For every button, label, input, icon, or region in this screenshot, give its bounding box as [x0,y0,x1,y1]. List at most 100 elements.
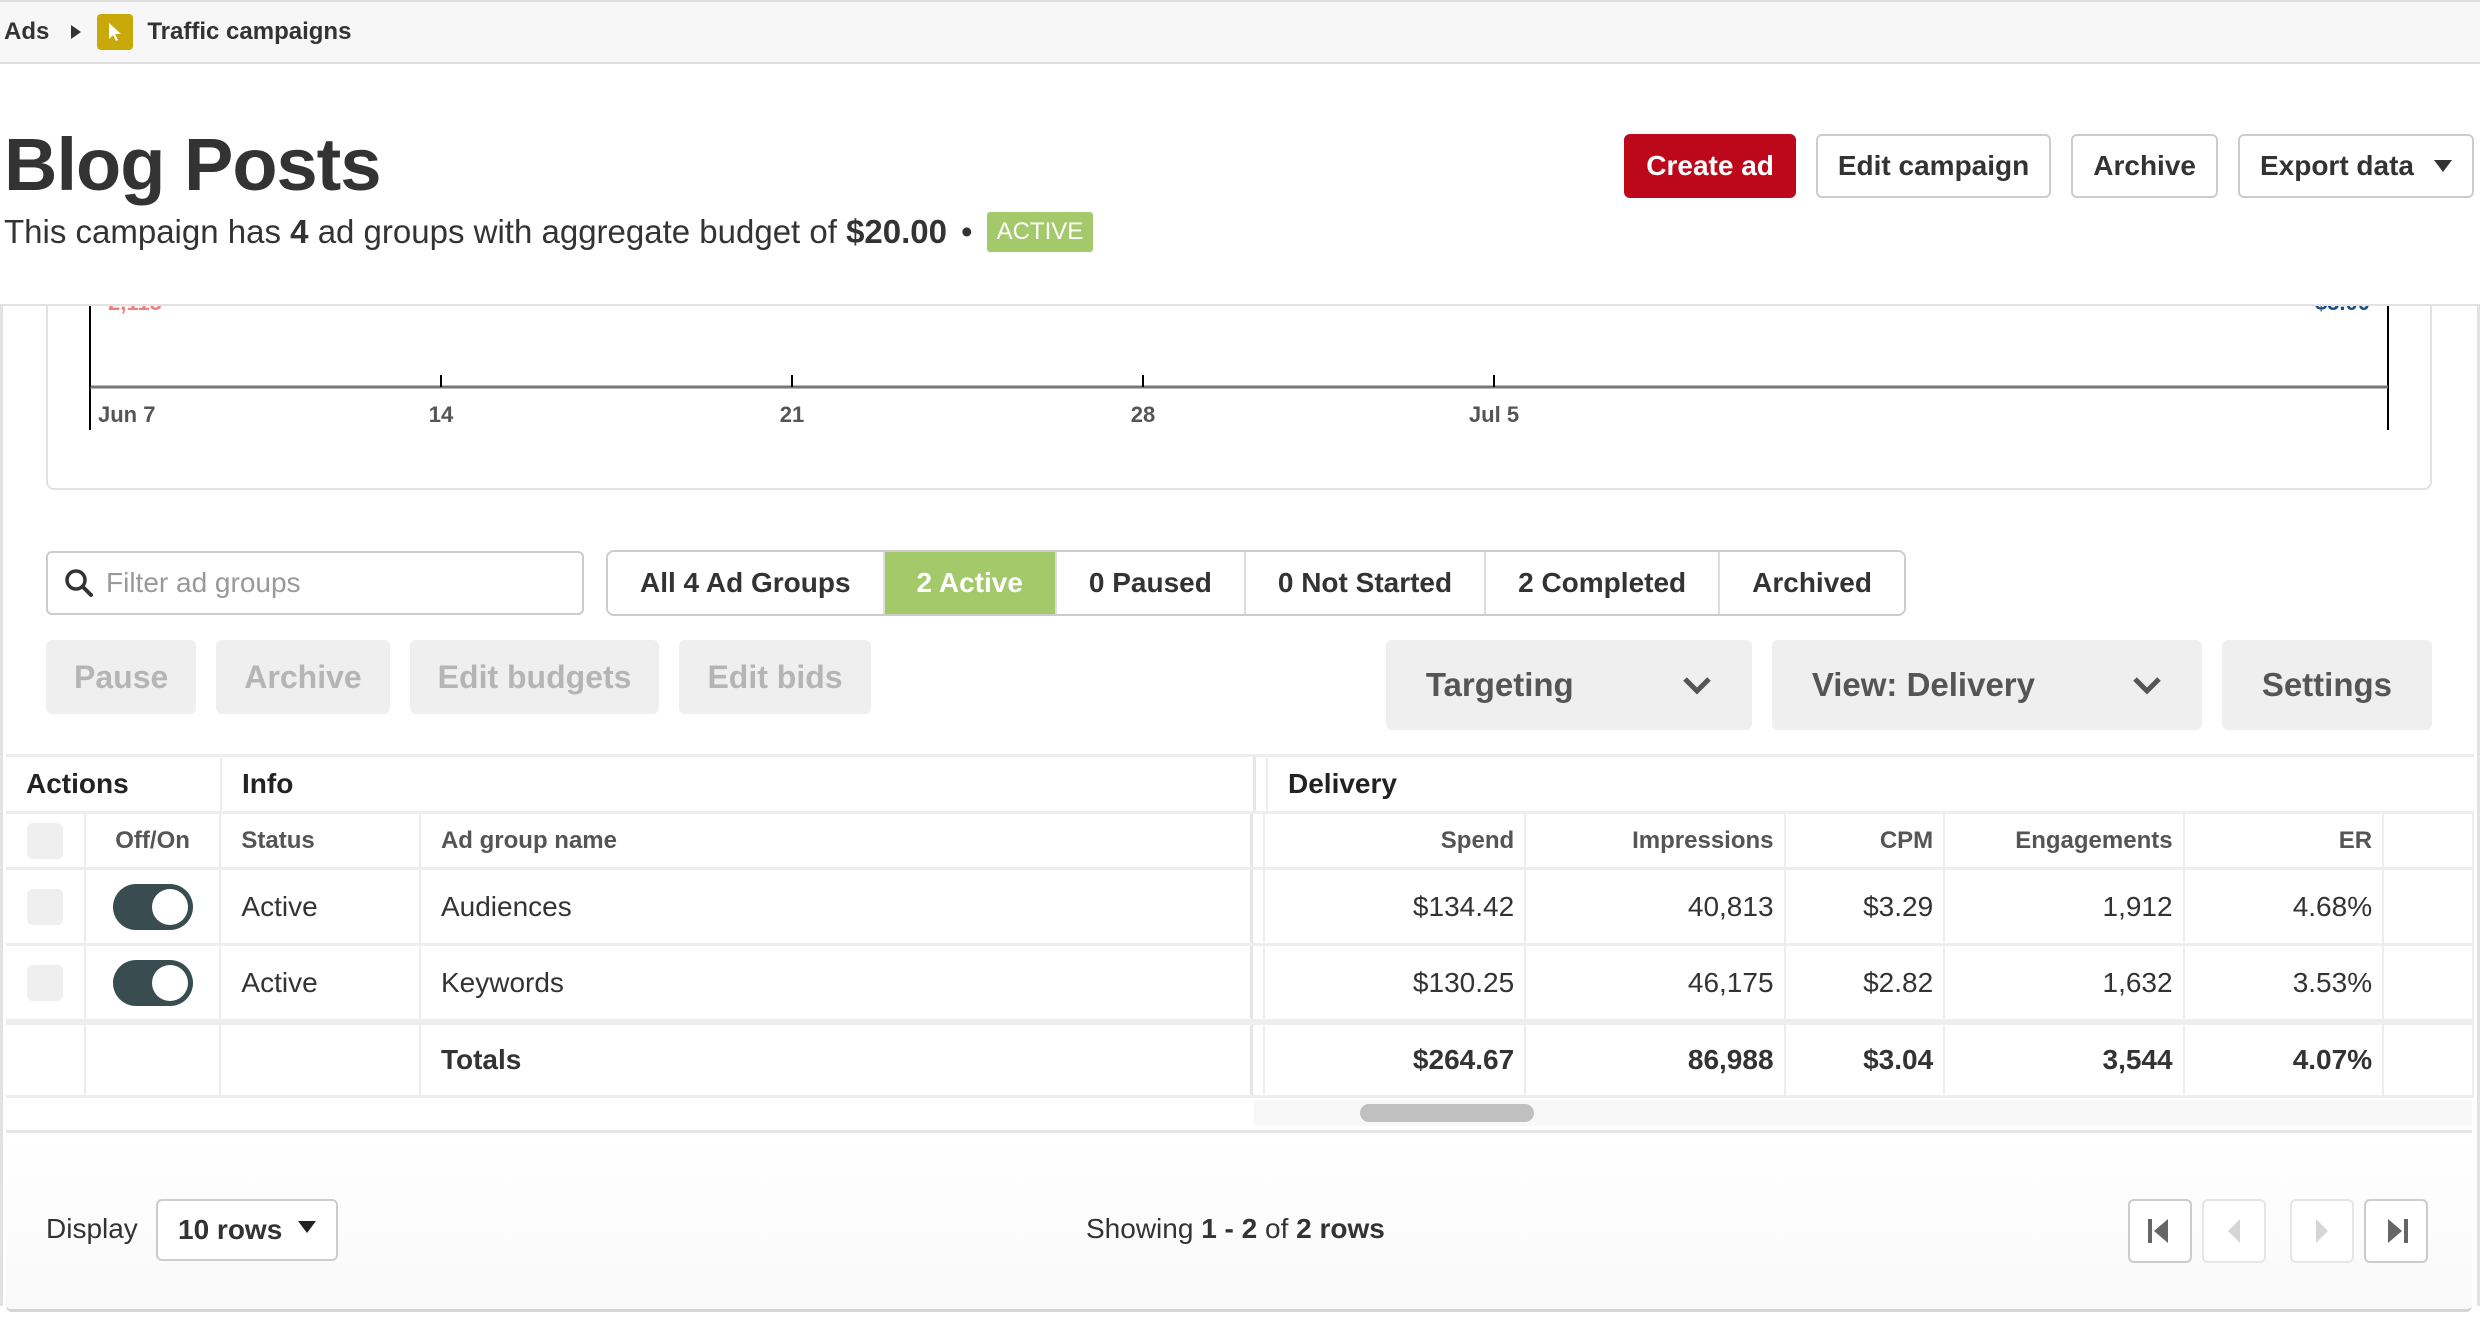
on-off-toggle[interactable] [112,959,193,1006]
breadcrumb: Ads Traffic campaigns [0,0,2480,64]
row-er: 3.53% [2185,946,2385,1019]
column-tail [2384,1025,2474,1095]
filter-tab-0-not-started[interactable]: 0 Not Started [1245,552,1487,614]
filter-tab-archived[interactable]: Archived [1720,552,1904,614]
first-page-button[interactable] [2128,1199,2192,1263]
row-checkbox[interactable] [26,964,63,1001]
bulk-actions: Pause Archive Edit budgets Edit bids [46,640,871,714]
column-gap [1253,946,1265,1019]
breadcrumb-separator-icon [71,25,82,39]
filter-tab-all-4-ad-groups[interactable]: All 4 Ad Groups [608,552,885,614]
totals-cpm: $3.04 [1786,1025,1946,1095]
archive-button[interactable]: Archive [216,640,390,714]
header-engagements[interactable]: Engagements [1945,814,2185,867]
header-ad-group-name[interactable]: Ad group name [421,814,1253,867]
row-toggle-cell [86,946,222,1019]
header-off-on[interactable]: Off/On [86,814,222,867]
totals-empty [86,1025,222,1095]
table-header-row: Off/On Status Ad group name Spend Impres… [6,814,2474,870]
filter-tab-2-active[interactable]: 2 Active [884,552,1057,614]
select-all-checkbox[interactable] [26,822,63,859]
x-tick-label: 14 [429,402,454,427]
row-checkbox[interactable] [26,888,63,925]
showing-prefix: Showing [1086,1213,1194,1244]
group-gap [1256,757,1268,811]
filter-search[interactable] [46,551,584,615]
display-label: Display [46,1213,138,1244]
export-data-label: Export data [2259,150,2414,181]
showing-total: 2 rows [1296,1213,1385,1244]
pause-button[interactable]: Pause [46,640,197,714]
header-spend[interactable]: Spend [1265,814,1527,867]
pagination-controls [2128,1199,2428,1263]
page-title: Blog Posts [4,123,381,206]
previous-page-button[interactable] [2202,1199,2266,1263]
row-status: Active [221,946,421,1019]
row-select[interactable] [6,870,86,943]
view-label: View: Delivery [1811,666,2035,703]
column-gap [1253,870,1265,943]
totals-row: Totals $264.67 86,988 $3.04 3,544 4.07% [6,1022,2474,1098]
showing-range: 1 - 2 [1201,1213,1258,1244]
row-select[interactable] [6,946,86,1019]
row-status: Active [221,870,421,943]
next-page-button[interactable] [2290,1199,2354,1263]
table-body: Active Audiences $134.42 40,813 $3.29 1,912 4.… [6,870,2474,1022]
table-row[interactable]: Active Audiences $134.42 40,813 $3.29 1,912 4.… [6,870,2474,946]
row-toggle-cell [86,870,222,943]
group-info: Info [222,757,1256,811]
settings-button[interactable]: Settings [2221,640,2432,730]
rows-per-page-value: 10 rows [178,1214,283,1245]
breadcrumb-current[interactable]: Traffic campaigns [147,18,351,46]
header-impressions[interactable]: Impressions [1526,814,1786,867]
x-tick-label: 21 [780,402,804,427]
view-dropdown[interactable]: View: Delivery [1771,640,2202,730]
row-ad-group-name[interactable]: Keywords [421,946,1253,1019]
header-cpm[interactable]: CPM [1786,814,1946,867]
search-icon [65,569,93,597]
last-page-button[interactable] [2364,1199,2428,1263]
edit-bids-button[interactable]: Edit bids [679,640,871,714]
x-tick-label: Jul 5 [1469,402,1519,427]
totals-label: Totals [421,1025,1253,1095]
header-select-all[interactable] [6,814,86,867]
status-filter-tabs: All 4 Ad Groups 2 Active 0 Paused 0 Not Sta… [606,550,1906,616]
edit-campaign-button[interactable]: Edit campaign [1815,134,2052,198]
table-tools: Targeting View: Delivery Settings [1385,640,2432,730]
status-badge: ACTIVE [986,212,1094,252]
header-status[interactable]: Status [221,814,421,867]
totals-empty [221,1025,421,1095]
row-cpm: $2.82 [1786,946,1946,1019]
row-engagements: 1,912 [1945,870,2185,943]
table-row[interactable]: Active Keywords $130.25 46,175 $2.82 1,632 3.5… [6,946,2474,1022]
table-footer: Display 10 rows Showing 1 - 2 of 2 rows [6,1130,2472,1312]
column-gap [1253,814,1265,867]
x-tick-label: 28 [1131,402,1155,427]
scrollbar-thumb[interactable] [1360,1104,1534,1122]
on-off-toggle[interactable] [112,883,193,930]
filter-tab-2-completed[interactable]: 2 Completed [1486,552,1721,614]
edit-budgets-button[interactable]: Edit budgets [409,640,660,714]
column-tail [2384,870,2474,943]
horizontal-scrollbar[interactable] [1254,1100,2472,1126]
row-ad-group-name[interactable]: Audiences [421,870,1253,943]
totals-spend: $264.67 [1265,1025,1527,1095]
group-delivery: Delivery [1288,768,1397,799]
row-cpm: $3.29 [1786,870,1946,943]
campaign-summary: This campaign has 4 ad groups with aggre… [4,212,1094,252]
showing-of: of [1265,1213,1289,1244]
export-data-button[interactable]: Export data [2237,134,2474,198]
filter-ad-groups-input[interactable] [106,567,546,599]
header-er[interactable]: ER [2185,814,2385,867]
archive-campaign-button[interactable]: Archive [2071,134,2218,198]
column-group-row: Actions Info Delivery [6,754,2474,814]
row-er: 4.68% [2185,870,2385,943]
row-impressions: 46,175 [1526,946,1786,1019]
rows-per-page-select[interactable]: 10 rows [156,1199,339,1261]
chevron-down-icon [2133,677,2161,695]
breadcrumb-ads-link[interactable]: Ads [4,18,49,46]
filter-tab-0-paused[interactable]: 0 Paused [1056,552,1246,614]
targeting-dropdown[interactable]: Targeting [1385,640,1752,730]
next-page-icon [2316,1219,2328,1243]
create-ad-button[interactable]: Create ad [1624,134,1796,198]
